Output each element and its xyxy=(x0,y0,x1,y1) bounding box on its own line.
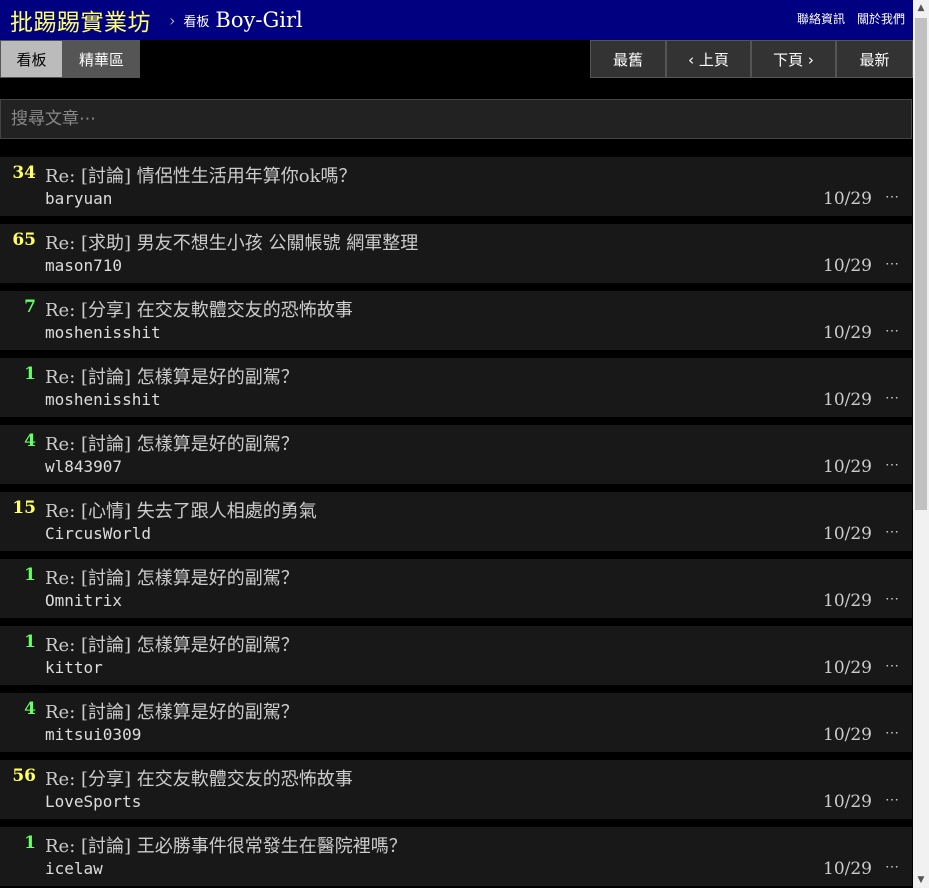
post-title-link[interactable]: Re: [討論] 王必勝事件很常發生在醫院裡嗎？ xyxy=(45,832,407,858)
scroll-down-arrow-icon[interactable]: ▼ xyxy=(913,872,929,888)
more-options-icon[interactable]: ⋯ xyxy=(885,390,905,406)
post-author: mitsui0309 xyxy=(45,725,142,744)
post-author: kittor xyxy=(45,658,103,677)
more-options-icon[interactable]: ⋯ xyxy=(885,859,905,875)
post-date: 10/29 xyxy=(823,457,872,477)
board-label[interactable]: 看板 xyxy=(183,11,209,30)
recommend-count: 4 xyxy=(24,699,36,719)
more-options-icon[interactable]: ⋯ xyxy=(885,524,905,540)
more-options-icon[interactable]: ⋯ xyxy=(885,189,905,205)
post-date: 10/29 xyxy=(823,658,872,678)
post-date: 10/29 xyxy=(823,725,872,745)
board-nav: 看板 精華區 最舊 ‹ 上頁 下頁 › 最新 xyxy=(0,40,913,80)
recommend-count: 1 xyxy=(24,565,36,585)
post-author: moshenisshit xyxy=(45,390,161,409)
more-options-icon[interactable]: ⋯ xyxy=(885,725,905,741)
recommend-count: 1 xyxy=(24,364,36,384)
more-options-icon[interactable]: ⋯ xyxy=(885,792,905,808)
more-options-icon[interactable]: ⋯ xyxy=(885,658,905,674)
post-row[interactable]: 56 Re: [分享] 在交友軟體交友的恐怖故事 LoveSports 10/29 ⋯ xyxy=(0,760,912,819)
site-logo-link[interactable]: 批踢踢實業坊 xyxy=(10,3,151,37)
post-author: Omnitrix xyxy=(45,591,123,610)
post-row[interactable]: 4 Re: [討論] 怎樣算是好的副駕？ mitsui0309 10/29 ⋯ xyxy=(0,693,912,752)
post-title-link[interactable]: Re: [分享] 在交友軟體交友的恐怖故事 xyxy=(45,296,353,322)
recommend-count: 7 xyxy=(24,297,36,317)
post-author: wl843907 xyxy=(45,457,123,476)
post-author: moshenisshit xyxy=(45,323,161,342)
post-title-link[interactable]: Re: [討論] 情侶性生活用年算你ok嗎？ xyxy=(45,162,357,188)
post-date: 10/29 xyxy=(823,256,872,276)
contact-link[interactable]: 聯絡資訊 xyxy=(797,10,845,27)
post-date: 10/29 xyxy=(823,524,872,544)
more-options-icon[interactable]: ⋯ xyxy=(885,457,905,473)
recommend-count: 1 xyxy=(24,833,36,853)
post-author: LoveSports xyxy=(45,792,142,811)
breadcrumb-separator: › xyxy=(169,10,176,30)
newest-page-button[interactable]: 最新 xyxy=(836,40,913,78)
post-row[interactable]: 65 Re: [求助] 男友不想生小孩 公關帳號 網軍整理 mason710 10/2… xyxy=(0,224,912,283)
recommend-count: 34 xyxy=(12,163,36,183)
post-row[interactable]: 15 Re: [心情] 失去了跟人相處的勇氣 CircusWorld 10/29 ⋯ xyxy=(0,492,912,551)
post-author: mason710 xyxy=(45,256,123,275)
post-date: 10/29 xyxy=(823,390,872,410)
top-header: 批踢踢實業坊 › 看板 Boy-Girl 聯絡資訊 關於我們 xyxy=(0,0,913,40)
post-title-link[interactable]: Re: [討論] 怎樣算是好的副駕？ xyxy=(45,363,299,389)
more-options-icon[interactable]: ⋯ xyxy=(885,591,905,607)
recommend-count: 1 xyxy=(24,632,36,652)
search-input[interactable] xyxy=(0,99,912,139)
prev-page-button[interactable]: ‹ 上頁 xyxy=(666,40,751,78)
about-link[interactable]: 關於我們 xyxy=(857,10,905,27)
post-author: CircusWorld xyxy=(45,524,151,543)
board-name-link[interactable]: Boy-Girl xyxy=(215,8,302,32)
post-author: baryuan xyxy=(45,189,113,208)
post-title-link[interactable]: Re: [討論] 怎樣算是好的副駕？ xyxy=(45,564,299,590)
post-row[interactable]: 34 Re: [討論] 情侶性生活用年算你ok嗎？ baryuan 10/29 ⋯ xyxy=(0,157,912,216)
post-date: 10/29 xyxy=(823,792,872,812)
post-title-link[interactable]: Re: [求助] 男友不想生小孩 公關帳號 網軍整理 xyxy=(45,229,418,255)
scrollbar[interactable]: ▲ ▼ xyxy=(913,0,929,888)
post-title-link[interactable]: Re: [討論] 怎樣算是好的副駕？ xyxy=(45,698,299,724)
post-title-link[interactable]: Re: [分享] 在交友軟體交友的恐怖故事 xyxy=(45,765,353,791)
oldest-page-button[interactable]: 最舊 xyxy=(590,40,666,78)
post-date: 10/29 xyxy=(823,189,872,209)
post-row[interactable]: 1 Re: [討論] 怎樣算是好的副駕？ kittor 10/29 ⋯ xyxy=(0,626,912,685)
scroll-up-arrow-icon[interactable]: ▲ xyxy=(913,0,929,16)
post-date: 10/29 xyxy=(823,859,872,879)
post-row[interactable]: 1 Re: [討論] 怎樣算是好的副駕？ Omnitrix 10/29 ⋯ xyxy=(0,559,912,618)
tab-board[interactable]: 看板 xyxy=(0,40,63,78)
recommend-count: 4 xyxy=(24,431,36,451)
post-title-link[interactable]: Re: [討論] 怎樣算是好的副駕？ xyxy=(45,631,299,657)
post-row[interactable]: 1 Re: [討論] 王必勝事件很常發生在醫院裡嗎？ icelaw 10/29 ⋯ xyxy=(0,827,912,886)
more-options-icon[interactable]: ⋯ xyxy=(885,256,905,272)
tab-digest[interactable]: 精華區 xyxy=(63,40,140,78)
next-page-button[interactable]: 下頁 › xyxy=(751,40,836,78)
post-row[interactable]: 7 Re: [分享] 在交友軟體交友的恐怖故事 moshenisshit 10/29 ⋯ xyxy=(0,291,912,350)
header-links: 聯絡資訊 關於我們 xyxy=(797,10,905,27)
post-title-link[interactable]: Re: [心情] 失去了跟人相處的勇氣 xyxy=(45,497,317,523)
post-row[interactable]: 1 Re: [討論] 怎樣算是好的副駕？ moshenisshit 10/29 ⋯ xyxy=(0,358,912,417)
recommend-count: 65 xyxy=(12,230,36,250)
recommend-count: 56 xyxy=(12,766,36,786)
post-author: icelaw xyxy=(45,859,103,878)
post-title-link[interactable]: Re: [討論] 怎樣算是好的副駕？ xyxy=(45,430,299,456)
post-date: 10/29 xyxy=(823,591,872,611)
scroll-thumb[interactable] xyxy=(915,18,927,510)
post-date: 10/29 xyxy=(823,323,872,343)
recommend-count: 15 xyxy=(12,498,36,518)
more-options-icon[interactable]: ⋯ xyxy=(885,323,905,339)
post-row[interactable]: 4 Re: [討論] 怎樣算是好的副駕？ wl843907 10/29 ⋯ xyxy=(0,425,912,484)
